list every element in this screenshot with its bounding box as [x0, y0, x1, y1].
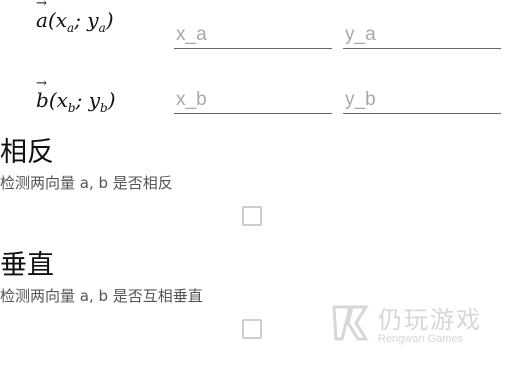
watermark-logo-icon — [330, 303, 370, 343]
vector-a-label: a(xa; ya) — [36, 0, 114, 35]
vector-a-x-input[interactable] — [174, 22, 332, 49]
opposite-description: 检测两向量 a, b 是否相反 — [0, 174, 173, 192]
perpendicular-description: 检测两向量 a, b 是否互相垂直 — [0, 287, 203, 305]
opposite-title: 相反 — [0, 137, 54, 168]
vector-b-label: b(xb; yb) — [36, 76, 116, 115]
watermark-text: 仍玩游戏 Rengwan Games — [378, 300, 482, 345]
vector-b-x-input[interactable] — [174, 87, 332, 114]
perpendicular-checkbox[interactable] — [242, 319, 262, 339]
watermark-main-text: 仍玩游戏 — [378, 306, 482, 334]
vector-b-name: b — [36, 76, 49, 112]
watermark: 仍玩游戏 Rengwan Games — [330, 300, 482, 345]
vector-a-y-input[interactable] — [343, 22, 501, 49]
opposite-checkbox[interactable] — [242, 206, 262, 226]
vector-b-y-input[interactable] — [343, 87, 501, 114]
perpendicular-title: 垂直 — [0, 250, 54, 281]
vector-a-name: a — [36, 0, 48, 32]
